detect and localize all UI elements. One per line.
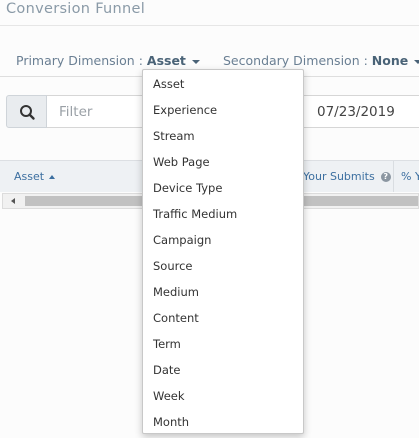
chevron-down-icon — [191, 59, 200, 64]
dropdown-option-traffic-medium[interactable]: Traffic Medium — [143, 201, 303, 227]
page-title: Conversion Funnel — [6, 1, 146, 17]
sort-ascending-icon — [49, 175, 56, 179]
secondary-dimension-label: Secondary Dimension : — [223, 53, 368, 68]
column-header-percent-y[interactable]: % Y — [401, 170, 419, 183]
dropdown-option-date[interactable]: Date — [143, 357, 303, 383]
scroll-left-icon[interactable] — [11, 198, 15, 204]
dropdown-option-web-page[interactable]: Web Page — [143, 149, 303, 175]
column-header-label: % Y — [401, 170, 419, 183]
column-divider — [393, 161, 394, 192]
dropdown-option-source[interactable]: Source — [143, 253, 303, 279]
dropdown-option-stream[interactable]: Stream — [143, 123, 303, 149]
chevron-down-icon — [414, 59, 419, 64]
date-range-value: 07/23/2019 — [317, 104, 395, 120]
primary-dimension-value: Asset — [146, 53, 186, 68]
column-header-your-submits[interactable]: Your Submits? — [303, 170, 391, 183]
dropdown-option-week[interactable]: Week — [143, 383, 303, 409]
dropdown-option-campaign[interactable]: Campaign — [143, 227, 303, 253]
search-icon — [20, 105, 35, 120]
dropdown-option-term[interactable]: Term — [143, 331, 303, 357]
dropdown-option-month[interactable]: Month — [143, 409, 303, 435]
dropdown-option-content[interactable]: Content — [143, 305, 303, 331]
primary-dimension-selector[interactable]: Primary Dimension : Asset — [16, 53, 200, 68]
dropdown-option-asset[interactable]: Asset — [143, 71, 303, 97]
dropdown-option-medium[interactable]: Medium — [143, 279, 303, 305]
date-range-picker[interactable]: 07/23/2019 — [296, 95, 419, 128]
help-icon[interactable]: ? — [380, 172, 391, 182]
search-button[interactable] — [6, 95, 47, 128]
primary-dimension-dropdown-menu: Asset Experience Stream Web Page Device … — [142, 69, 304, 434]
dropdown-option-device-type[interactable]: Device Type — [143, 175, 303, 201]
primary-dimension-label: Primary Dimension : — [16, 53, 143, 68]
title-divider — [0, 25, 419, 26]
secondary-dimension-value: None — [371, 53, 409, 68]
dropdown-option-experience[interactable]: Experience — [143, 97, 303, 123]
secondary-dimension-selector[interactable]: Secondary Dimension : None — [223, 53, 419, 68]
column-header-label: Asset — [14, 170, 45, 183]
column-header-label: Your Submits — [303, 170, 375, 183]
column-header-asset[interactable]: Asset — [14, 170, 56, 183]
